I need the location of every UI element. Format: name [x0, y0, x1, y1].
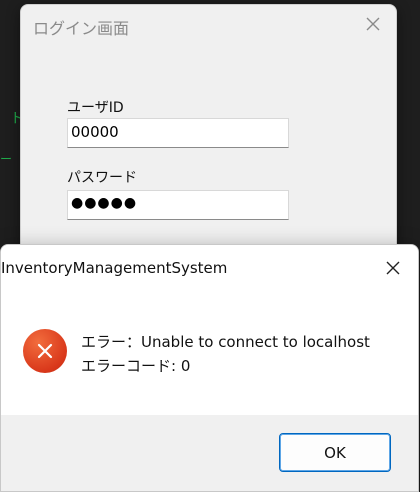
- error-code: エラーコード: 0: [81, 357, 191, 375]
- user-id-label: ユーザID: [67, 100, 124, 116]
- error-dialog-title: InventoryManagementSystem: [1, 259, 228, 277]
- ok-button[interactable]: OK: [279, 433, 391, 472]
- close-button[interactable]: [358, 9, 388, 39]
- error-dialog-footer: OK: [1, 415, 418, 491]
- user-id-input[interactable]: 00000: [67, 118, 289, 148]
- background-terminal-text: ー: [0, 152, 13, 166]
- error-dialog-body: エラー：Unable to connect to localhost エラーコー…: [1, 289, 418, 415]
- error-dialog-titlebar: InventoryManagementSystem: [1, 245, 418, 289]
- login-window-title: ログイン画面: [33, 19, 130, 38]
- close-icon: [386, 261, 400, 275]
- error-dialog: InventoryManagementSystem エラー：Unable to …: [0, 244, 419, 492]
- error-message: エラー：Unable to connect to localhost: [81, 333, 370, 351]
- password-label: パスワード: [67, 170, 137, 186]
- login-window: ログイン画面 ユーザID 00000 パスワード ●●●●●: [20, 4, 397, 266]
- password-input[interactable]: ●●●●●: [67, 190, 289, 220]
- login-titlebar: ログイン画面: [21, 5, 396, 45]
- error-close-button[interactable]: [378, 253, 408, 283]
- error-icon: [23, 329, 67, 373]
- close-icon: [366, 17, 380, 31]
